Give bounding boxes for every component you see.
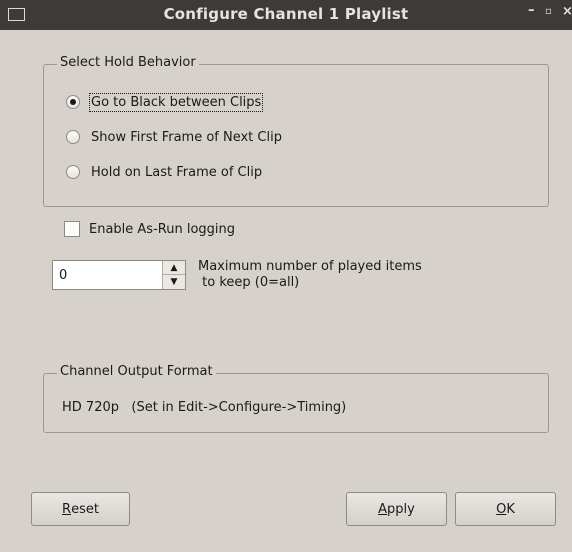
maximize-icon[interactable]: ▫ [545,6,552,17]
hold-behavior-group: Select Hold Behavior Go to Black between… [43,55,549,207]
close-icon[interactable]: × [562,4,572,19]
apply-button-mnemonic: A [378,501,388,517]
configure-playlist-dialog: Configure Channel 1 Playlist – ▫ × Selec… [0,0,572,552]
spin-up-icon[interactable]: ▲ [163,261,185,275]
reset-button-mnemonic: R [62,501,72,517]
radio-hold-last-frame[interactable]: Hold on Last Frame of Clip [66,161,263,183]
window-title: Configure Channel 1 Playlist [163,5,409,23]
title-bar[interactable]: Configure Channel 1 Playlist – ▫ × [0,0,572,30]
radio-show-first-frame-label[interactable]: Show First Frame of Next Clip [90,129,283,146]
spin-down-icon[interactable]: ▼ [163,275,185,289]
as-run-logging-checkbox-row[interactable]: Enable As-Run logging [64,221,235,237]
radio-go-to-black-button[interactable] [66,95,80,109]
apply-button-label: pply [387,501,415,517]
reset-button[interactable]: Reset [31,492,130,526]
radio-show-first-frame-button[interactable] [66,130,80,144]
ok-button-label: K [506,501,515,517]
radio-hold-last-frame-label[interactable]: Hold on Last Frame of Clip [90,164,263,181]
apply-button[interactable]: Apply [346,492,447,526]
output-format-group: Channel Output Format HD 720p (Set in Ed… [43,364,549,433]
as-run-logging-checkbox[interactable] [64,221,80,237]
max-played-items-input[interactable] [53,261,163,289]
radio-go-to-black-label[interactable]: Go to Black between Clips [88,92,264,112]
output-format-value: HD 720p (Set in Edit->Configure->Timing) [62,400,347,415]
reset-button-label: eset [71,501,99,517]
hold-behavior-group-title: Select Hold Behavior [57,55,199,70]
output-format-group-title: Channel Output Format [57,364,216,379]
radio-hold-last-frame-button[interactable] [66,165,80,179]
max-played-items-spinbox[interactable]: ▲ ▼ [52,260,186,290]
as-run-logging-label[interactable]: Enable As-Run logging [89,222,235,237]
max-played-items-label: Maximum number of played items to keep (… [198,259,422,291]
max-played-items-label-line2: to keep (0=all) [198,275,300,290]
radio-go-to-black[interactable]: Go to Black between Clips [66,91,264,113]
radio-show-first-frame[interactable]: Show First Frame of Next Clip [66,126,283,148]
spin-arrows: ▲ ▼ [162,261,185,289]
max-played-items-label-line1: Maximum number of played items [198,259,422,274]
minimize-icon[interactable]: – [528,3,535,18]
ok-button-mnemonic: O [496,501,507,517]
ok-button[interactable]: OK [455,492,556,526]
